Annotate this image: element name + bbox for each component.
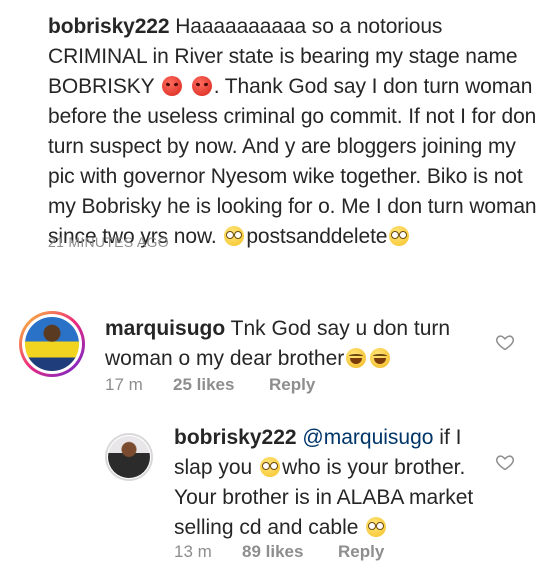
post-timestamp: 21 MINUTES AGO bbox=[48, 234, 169, 250]
mention-link[interactable]: @marquisugo bbox=[302, 426, 433, 449]
grinning-squinting-face-icon bbox=[346, 348, 367, 368]
comment-meta: 13 m 89 likes Reply bbox=[174, 542, 384, 562]
caption-text-part-2: . Thank God say I don turn woman before … bbox=[48, 75, 537, 248]
heart-icon[interactable] bbox=[495, 452, 515, 472]
comment-time: 17 m bbox=[105, 375, 143, 394]
face-with-rolling-eyes-icon bbox=[389, 226, 410, 246]
grinning-squinting-face-icon bbox=[370, 348, 391, 368]
angry-face-icon bbox=[161, 76, 182, 96]
reply-comment-text: bobrisky222 @marquisugo if I slap you wh… bbox=[174, 423, 494, 543]
comment-time: 13 m bbox=[174, 542, 212, 561]
avatar[interactable] bbox=[19, 311, 85, 377]
comment-text: marquisugo Tnk God say u don turn woman … bbox=[105, 314, 485, 374]
caption-hashtag: postsanddelete bbox=[246, 225, 388, 248]
reply-button[interactable]: Reply bbox=[338, 542, 384, 562]
reply-button[interactable]: Reply bbox=[269, 375, 315, 395]
post-caption: bobrisky222 Haaaaaaaaaa so a notorious C… bbox=[48, 12, 543, 252]
avatar[interactable] bbox=[105, 433, 153, 481]
heart-icon[interactable] bbox=[495, 332, 515, 352]
face-with-rolling-eyes-icon bbox=[260, 457, 281, 477]
post-username[interactable]: bobrisky222 bbox=[48, 15, 170, 38]
comment-meta: 17 m 25 likes Reply bbox=[105, 375, 315, 395]
comment-username[interactable]: bobrisky222 bbox=[174, 426, 297, 449]
face-with-rolling-eyes-icon bbox=[224, 226, 245, 246]
angry-face-icon bbox=[191, 76, 212, 96]
comment-username[interactable]: marquisugo bbox=[105, 317, 225, 340]
comment-likes[interactable]: 25 likes bbox=[173, 375, 269, 395]
face-with-rolling-eyes-icon bbox=[366, 517, 387, 537]
comment-likes[interactable]: 89 likes bbox=[242, 542, 338, 562]
